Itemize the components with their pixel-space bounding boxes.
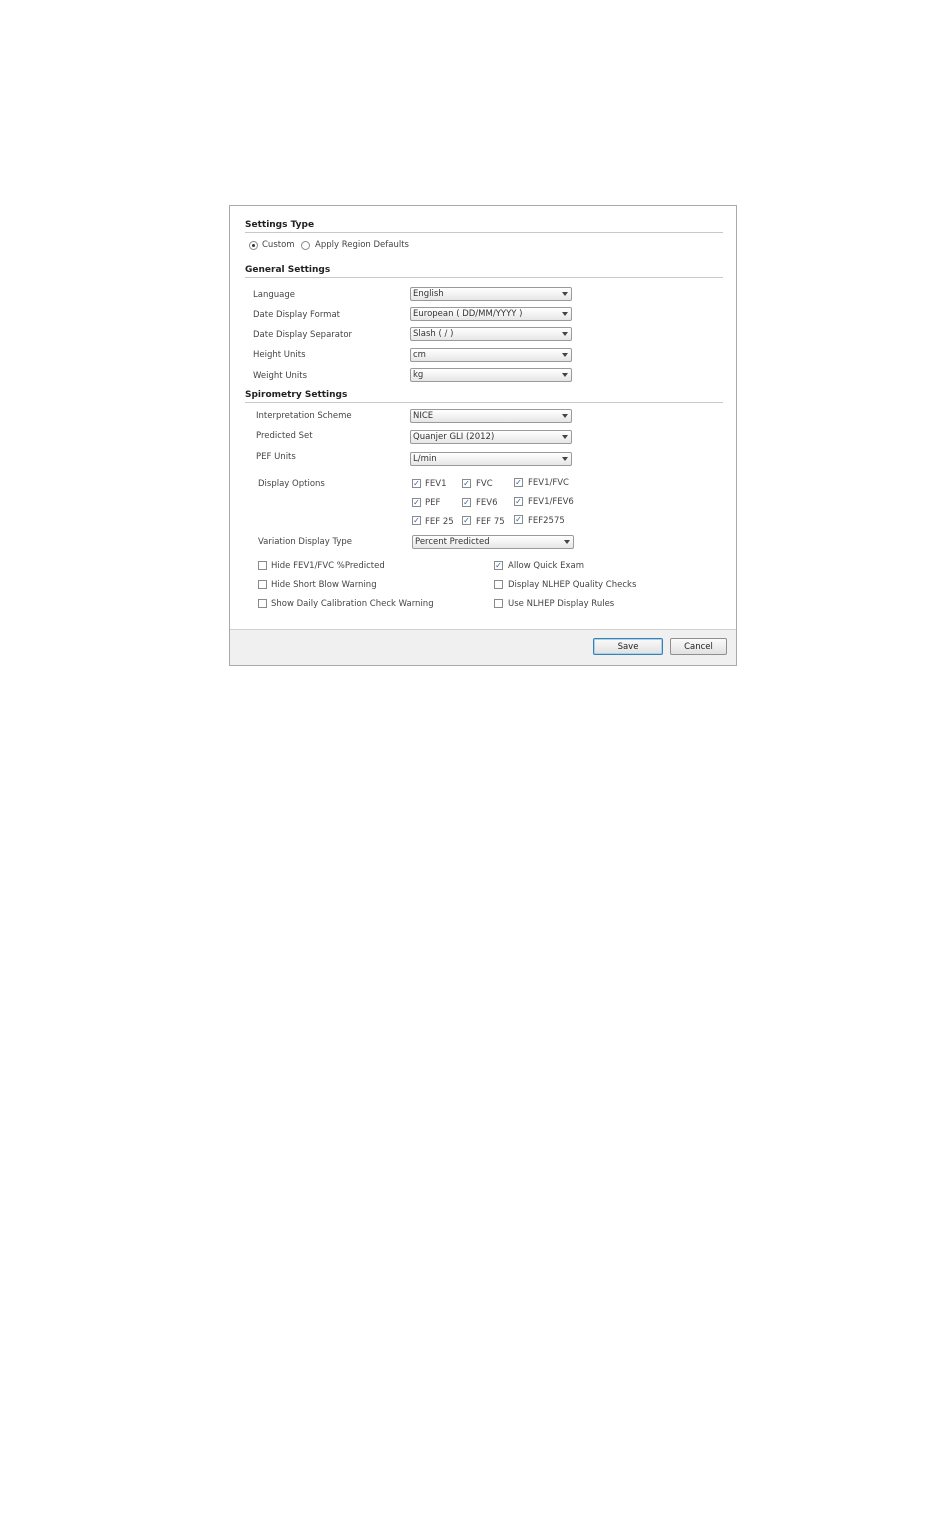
dialog-footer: Save Cancel bbox=[230, 629, 736, 665]
predicted-set-select[interactable]: Quanjer GLI (2012) bbox=[410, 430, 572, 444]
settings-dialog: Settings Type Custom Apply Region Defaul… bbox=[229, 205, 737, 666]
checkbox-fev1-fvc[interactable] bbox=[514, 478, 523, 487]
settings-type-title: Settings Type bbox=[245, 220, 315, 230]
checkbox-hide-fev1-fvc-predicted-label: Hide FEV1/FVC %Predicted bbox=[271, 561, 385, 571]
cancel-button[interactable]: Cancel bbox=[670, 638, 727, 655]
date-format-select[interactable]: European ( DD/MM/YYYY ) bbox=[410, 307, 572, 321]
language-label: Language bbox=[253, 290, 295, 300]
radio-custom[interactable] bbox=[249, 241, 258, 250]
date-separator-label: Date Display Separator bbox=[253, 330, 353, 340]
date-separator-value: Slash ( / ) bbox=[413, 329, 454, 339]
chevron-down-icon bbox=[562, 457, 568, 461]
pef-units-value: L/min bbox=[413, 454, 437, 464]
radio-apply-region-defaults-label: Apply Region Defaults bbox=[315, 240, 409, 250]
checkbox-fef2575-label: FEF2575 bbox=[528, 516, 565, 526]
interpretation-scheme-value: NICE bbox=[413, 411, 434, 421]
general-settings-divider bbox=[245, 277, 723, 278]
checkbox-hide-short-blow-warning[interactable] bbox=[258, 580, 267, 589]
date-separator-select[interactable]: Slash ( / ) bbox=[410, 327, 572, 341]
checkbox-fvc-label: FVC bbox=[476, 479, 493, 489]
checkbox-hide-fev1-fvc-predicted[interactable] bbox=[258, 561, 267, 570]
checkbox-fvc[interactable] bbox=[462, 479, 471, 488]
save-button[interactable]: Save bbox=[593, 638, 663, 655]
date-format-label: Date Display Format bbox=[253, 310, 341, 320]
interpretation-scheme-select[interactable]: NICE bbox=[410, 409, 572, 423]
pef-units-select[interactable]: L/min bbox=[410, 452, 572, 466]
chevron-down-icon bbox=[562, 435, 568, 439]
checkbox-fef25-label: FEF 25 bbox=[425, 517, 454, 527]
checkbox-fev1-fev6-label: FEV1/FEV6 bbox=[528, 497, 574, 507]
checkbox-fef2575[interactable] bbox=[514, 515, 523, 524]
display-options-label: Display Options bbox=[258, 479, 325, 489]
checkbox-fev1-fev6[interactable] bbox=[514, 497, 523, 506]
checkbox-fev1[interactable] bbox=[412, 479, 421, 488]
settings-type-divider bbox=[245, 232, 723, 233]
predicted-set-value: Quanjer GLI (2012) bbox=[413, 432, 495, 442]
checkbox-fev6[interactable] bbox=[462, 498, 471, 507]
checkbox-fev1-label: FEV1 bbox=[425, 479, 447, 489]
language-select[interactable]: English bbox=[410, 287, 572, 301]
chevron-down-icon bbox=[562, 332, 568, 336]
predicted-set-label: Predicted Set bbox=[256, 431, 313, 441]
checkbox-show-daily-calibration-label: Show Daily Calibration Check Warning bbox=[271, 599, 434, 609]
variation-display-type-label: Variation Display Type bbox=[258, 537, 352, 547]
chevron-down-icon bbox=[564, 540, 570, 544]
spirometry-settings-title: Spirometry Settings bbox=[245, 390, 348, 400]
chevron-down-icon bbox=[562, 312, 568, 316]
interpretation-scheme-label: Interpretation Scheme bbox=[256, 411, 352, 421]
checkbox-pef[interactable] bbox=[412, 498, 421, 507]
chevron-down-icon bbox=[562, 292, 568, 296]
weight-units-value: kg bbox=[413, 370, 424, 380]
height-units-select[interactable]: cm bbox=[410, 348, 572, 362]
general-settings-title: General Settings bbox=[245, 265, 331, 275]
checkbox-fef25[interactable] bbox=[412, 516, 421, 525]
checkbox-fev6-label: FEV6 bbox=[476, 498, 498, 508]
checkbox-hide-short-blow-warning-label: Hide Short Blow Warning bbox=[271, 580, 377, 590]
checkbox-use-nlhep-display-rules-label: Use NLHEP Display Rules bbox=[508, 599, 615, 609]
variation-display-type-select[interactable]: Percent Predicted bbox=[412, 535, 574, 549]
checkbox-display-nlhep-quality-checks[interactable] bbox=[494, 580, 503, 589]
checkbox-allow-quick-exam[interactable] bbox=[494, 561, 503, 570]
checkbox-show-daily-calibration[interactable] bbox=[258, 599, 267, 608]
chevron-down-icon bbox=[562, 373, 568, 377]
spirometry-settings-divider bbox=[245, 402, 723, 403]
checkbox-pef-label: PEF bbox=[425, 498, 441, 508]
height-units-value: cm bbox=[413, 350, 426, 360]
date-format-value: European ( DD/MM/YYYY ) bbox=[413, 309, 523, 319]
checkbox-fef75[interactable] bbox=[462, 516, 471, 525]
pef-units-label: PEF Units bbox=[256, 452, 296, 462]
weight-units-select[interactable]: kg bbox=[410, 368, 572, 382]
weight-units-label: Weight Units bbox=[253, 371, 308, 381]
language-value: English bbox=[413, 289, 444, 299]
variation-display-type-value: Percent Predicted bbox=[415, 537, 490, 547]
chevron-down-icon bbox=[562, 414, 568, 418]
radio-apply-region-defaults[interactable] bbox=[301, 241, 310, 250]
radio-custom-label: Custom bbox=[262, 240, 295, 250]
checkbox-use-nlhep-display-rules[interactable] bbox=[494, 599, 503, 608]
checkbox-fev1-fvc-label: FEV1/FVC bbox=[528, 478, 569, 488]
checkbox-fef75-label: FEF 75 bbox=[476, 517, 505, 527]
height-units-label: Height Units bbox=[253, 350, 306, 360]
checkbox-allow-quick-exam-label: Allow Quick Exam bbox=[508, 561, 585, 571]
chevron-down-icon bbox=[562, 353, 568, 357]
checkbox-display-nlhep-quality-checks-label: Display NLHEP Quality Checks bbox=[508, 580, 637, 590]
